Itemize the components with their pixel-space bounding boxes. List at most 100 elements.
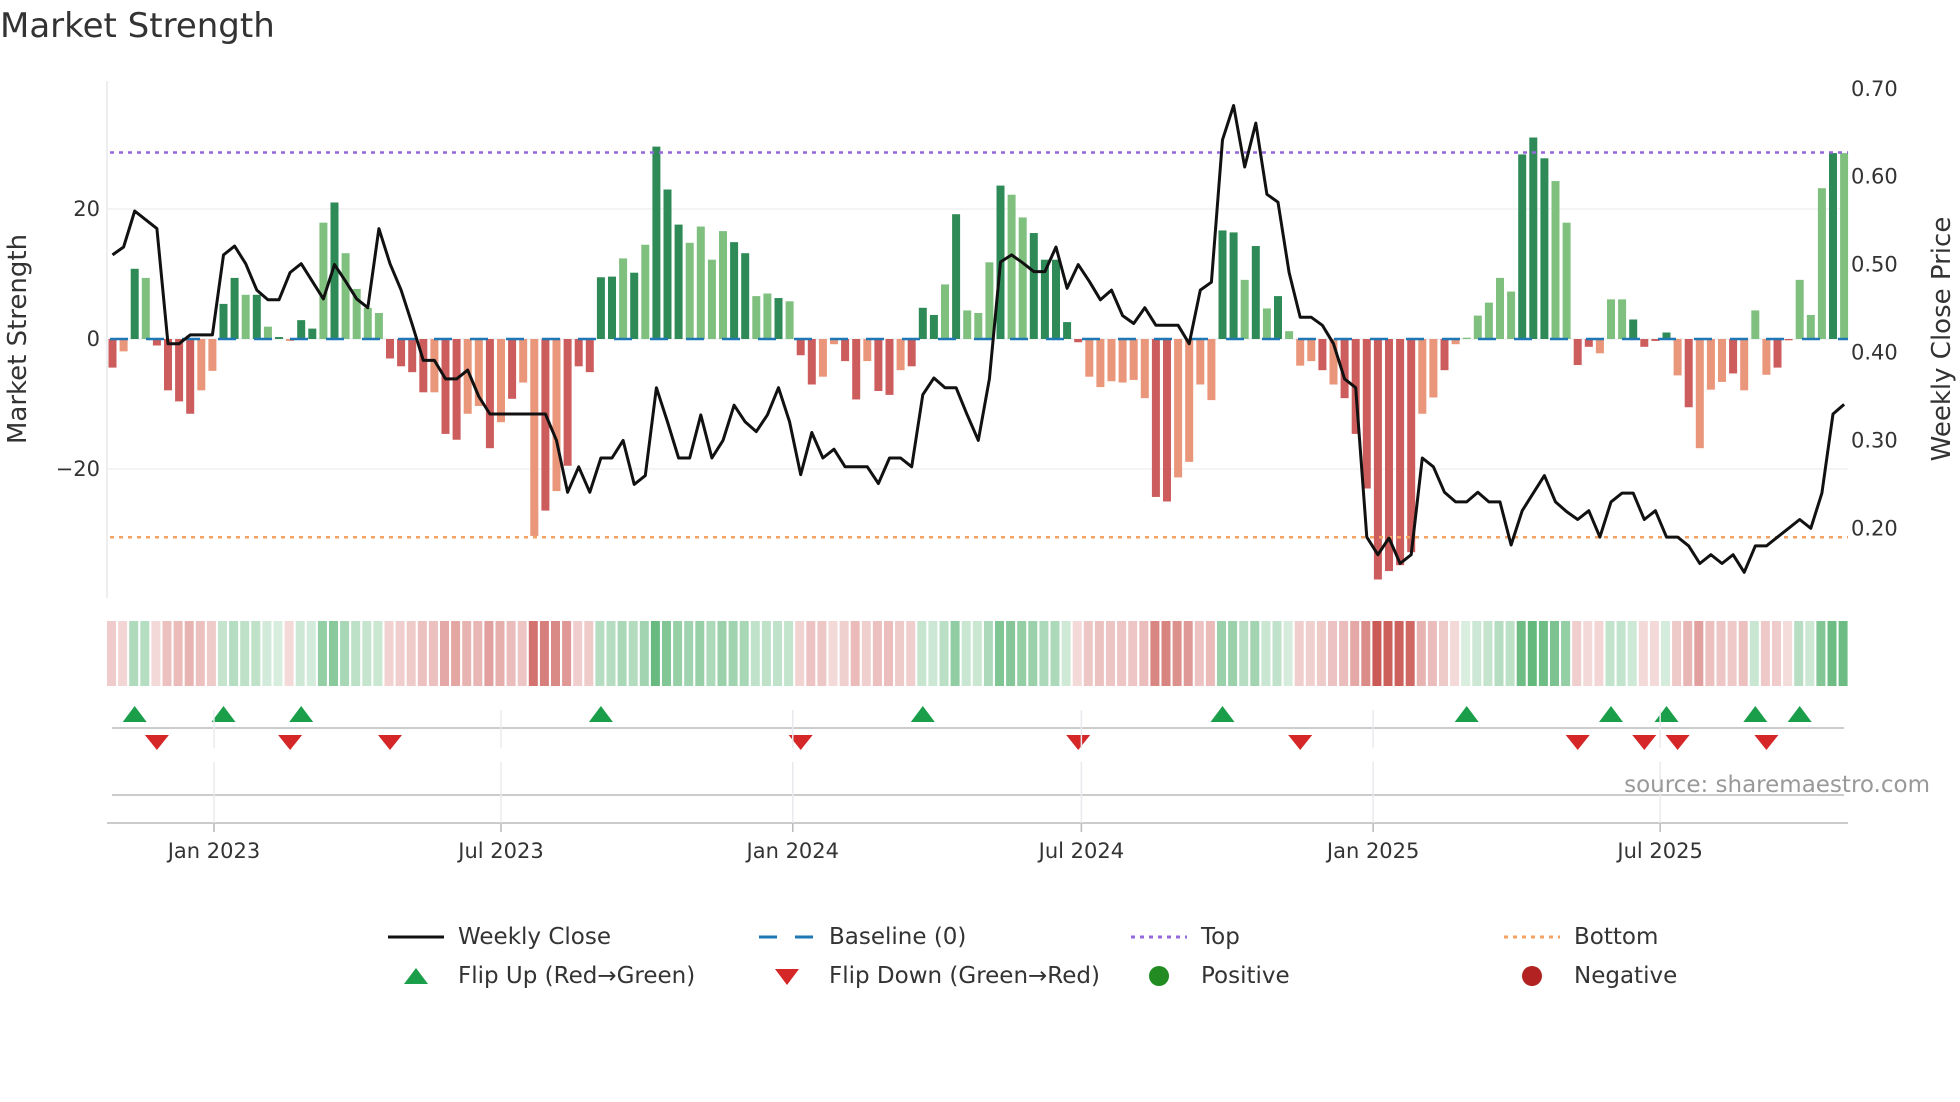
heat-cell <box>1450 621 1460 686</box>
heat-cell <box>1083 621 1093 686</box>
negative-strength-bar <box>874 339 883 391</box>
heat-cell <box>129 621 139 686</box>
x-tick-label: Jul 2023 <box>456 839 543 863</box>
positive-strength-bar <box>297 320 306 339</box>
positive-strength-bar <box>730 242 739 339</box>
heat-cell <box>1294 621 1304 686</box>
legend-label: Baseline (0) <box>829 924 967 950</box>
heat-cell <box>306 621 316 686</box>
heat-cell <box>1527 621 1537 686</box>
heat-cell <box>295 621 305 686</box>
flip-up-marker <box>1210 706 1235 722</box>
positive-strength-bar <box>974 313 983 339</box>
heat-cell <box>362 621 372 686</box>
heat-cell <box>1183 621 1193 686</box>
negative-strength-bar <box>841 339 850 362</box>
heat-cell <box>240 621 250 686</box>
axes: −20 0 20 0.20 0.30 0.40 0.50 0.60 0.70 Jan 2023 Ju… <box>56 77 1898 863</box>
positive-strength-bar <box>918 307 927 339</box>
x-tick-label: Jan 2024 <box>745 839 840 863</box>
flip-down-marker <box>144 735 169 750</box>
positive-strength-bar <box>1751 310 1760 339</box>
flip-down-marker <box>1632 735 1657 750</box>
heat-cell <box>1461 621 1471 686</box>
legend-item: Bottom <box>1504 924 1658 950</box>
negative-strength-bar <box>175 339 184 402</box>
y2-tick-label: 0.30 <box>1851 428 1898 452</box>
positive-strength-bar <box>1806 314 1815 339</box>
positive-strength-bar <box>1551 181 1560 339</box>
heat-cell <box>506 621 516 686</box>
heat-cell <box>440 621 449 686</box>
heat-cell <box>1838 621 1848 686</box>
heat-cell <box>1716 621 1726 686</box>
negative-strength-bar <box>1163 339 1171 502</box>
heat-cell <box>184 621 194 686</box>
y2-axis-title: Weekly Close Price <box>1927 217 1957 462</box>
heat-cell <box>451 621 461 686</box>
flip-up-marker <box>122 706 147 722</box>
heat-cell <box>1006 621 1016 686</box>
positive-strength-bar <box>1018 217 1027 339</box>
heat-cell <box>1583 621 1593 686</box>
heat-cell <box>340 621 350 686</box>
positive-strength-bar <box>130 268 139 339</box>
heat-cell <box>1483 621 1493 686</box>
heat-cell <box>273 621 283 686</box>
heat-cell <box>173 621 183 686</box>
negative-strength-bar <box>896 339 905 371</box>
negative-strength-bar <box>1318 339 1327 371</box>
heat-cell <box>1638 621 1648 686</box>
negative-strength-bar <box>1207 339 1216 401</box>
legend-item: Flip Up (Red→Green) <box>388 963 695 989</box>
positive-strength-bar <box>1817 188 1826 339</box>
heat-cell <box>1194 621 1204 686</box>
y2-tick-label: 0.50 <box>1851 253 1898 277</box>
negative-strength-bar <box>1573 339 1582 365</box>
negative-strength-bar <box>441 339 450 434</box>
negative-strength-bar <box>1151 339 1160 497</box>
heat-cell <box>1139 621 1149 686</box>
heat-cell <box>1361 621 1371 686</box>
positive-strength-bar <box>1251 246 1260 339</box>
positive-strength-bar <box>1529 137 1538 339</box>
positive-strength-bar <box>719 231 727 339</box>
heat-cell <box>917 621 927 686</box>
negative-strength-bar <box>1296 339 1305 366</box>
negative-strength-bar <box>885 339 894 395</box>
positive-strength-bar <box>763 293 772 339</box>
legend-item: Negative <box>1504 963 1677 989</box>
heat-cell <box>1250 621 1260 686</box>
heat-cell <box>584 621 594 686</box>
negative-strength-bar <box>1762 339 1771 375</box>
heat-cell <box>1805 621 1815 686</box>
negative-strength-bar <box>1074 339 1083 343</box>
heat-cell <box>1072 621 1082 686</box>
heat-cell <box>1161 621 1171 686</box>
x-tick-label: Jan 2023 <box>166 839 261 863</box>
heat-cell <box>773 621 782 686</box>
heat-cell <box>1749 621 1759 686</box>
positive-strength-bar <box>1540 158 1549 339</box>
heat-cell <box>906 621 916 686</box>
heat-cell <box>1350 621 1360 686</box>
heat-cell <box>551 621 560 686</box>
negative-strength-bar <box>397 339 406 367</box>
negative-strength-bar <box>863 339 872 362</box>
heat-cell <box>251 621 261 686</box>
negative-strength-bar <box>119 339 128 352</box>
heat-cell <box>695 621 705 686</box>
negative-strength-bar <box>1718 339 1726 382</box>
negative-strength-bar <box>1595 339 1604 354</box>
heat-cell <box>1772 621 1781 686</box>
negative-strength-bar <box>1096 339 1105 388</box>
heat-cell <box>162 621 172 686</box>
flip-up-marker <box>211 706 236 722</box>
negative-strength-bar <box>1307 339 1316 362</box>
negative-strength-bar <box>1129 339 1138 380</box>
heat-cell <box>1572 621 1582 686</box>
negative-strength-bar <box>1373 339 1382 580</box>
negative-strength-bar <box>1429 339 1438 398</box>
positive-strength-bar <box>1562 222 1571 339</box>
negative-strength-bar <box>186 339 195 414</box>
